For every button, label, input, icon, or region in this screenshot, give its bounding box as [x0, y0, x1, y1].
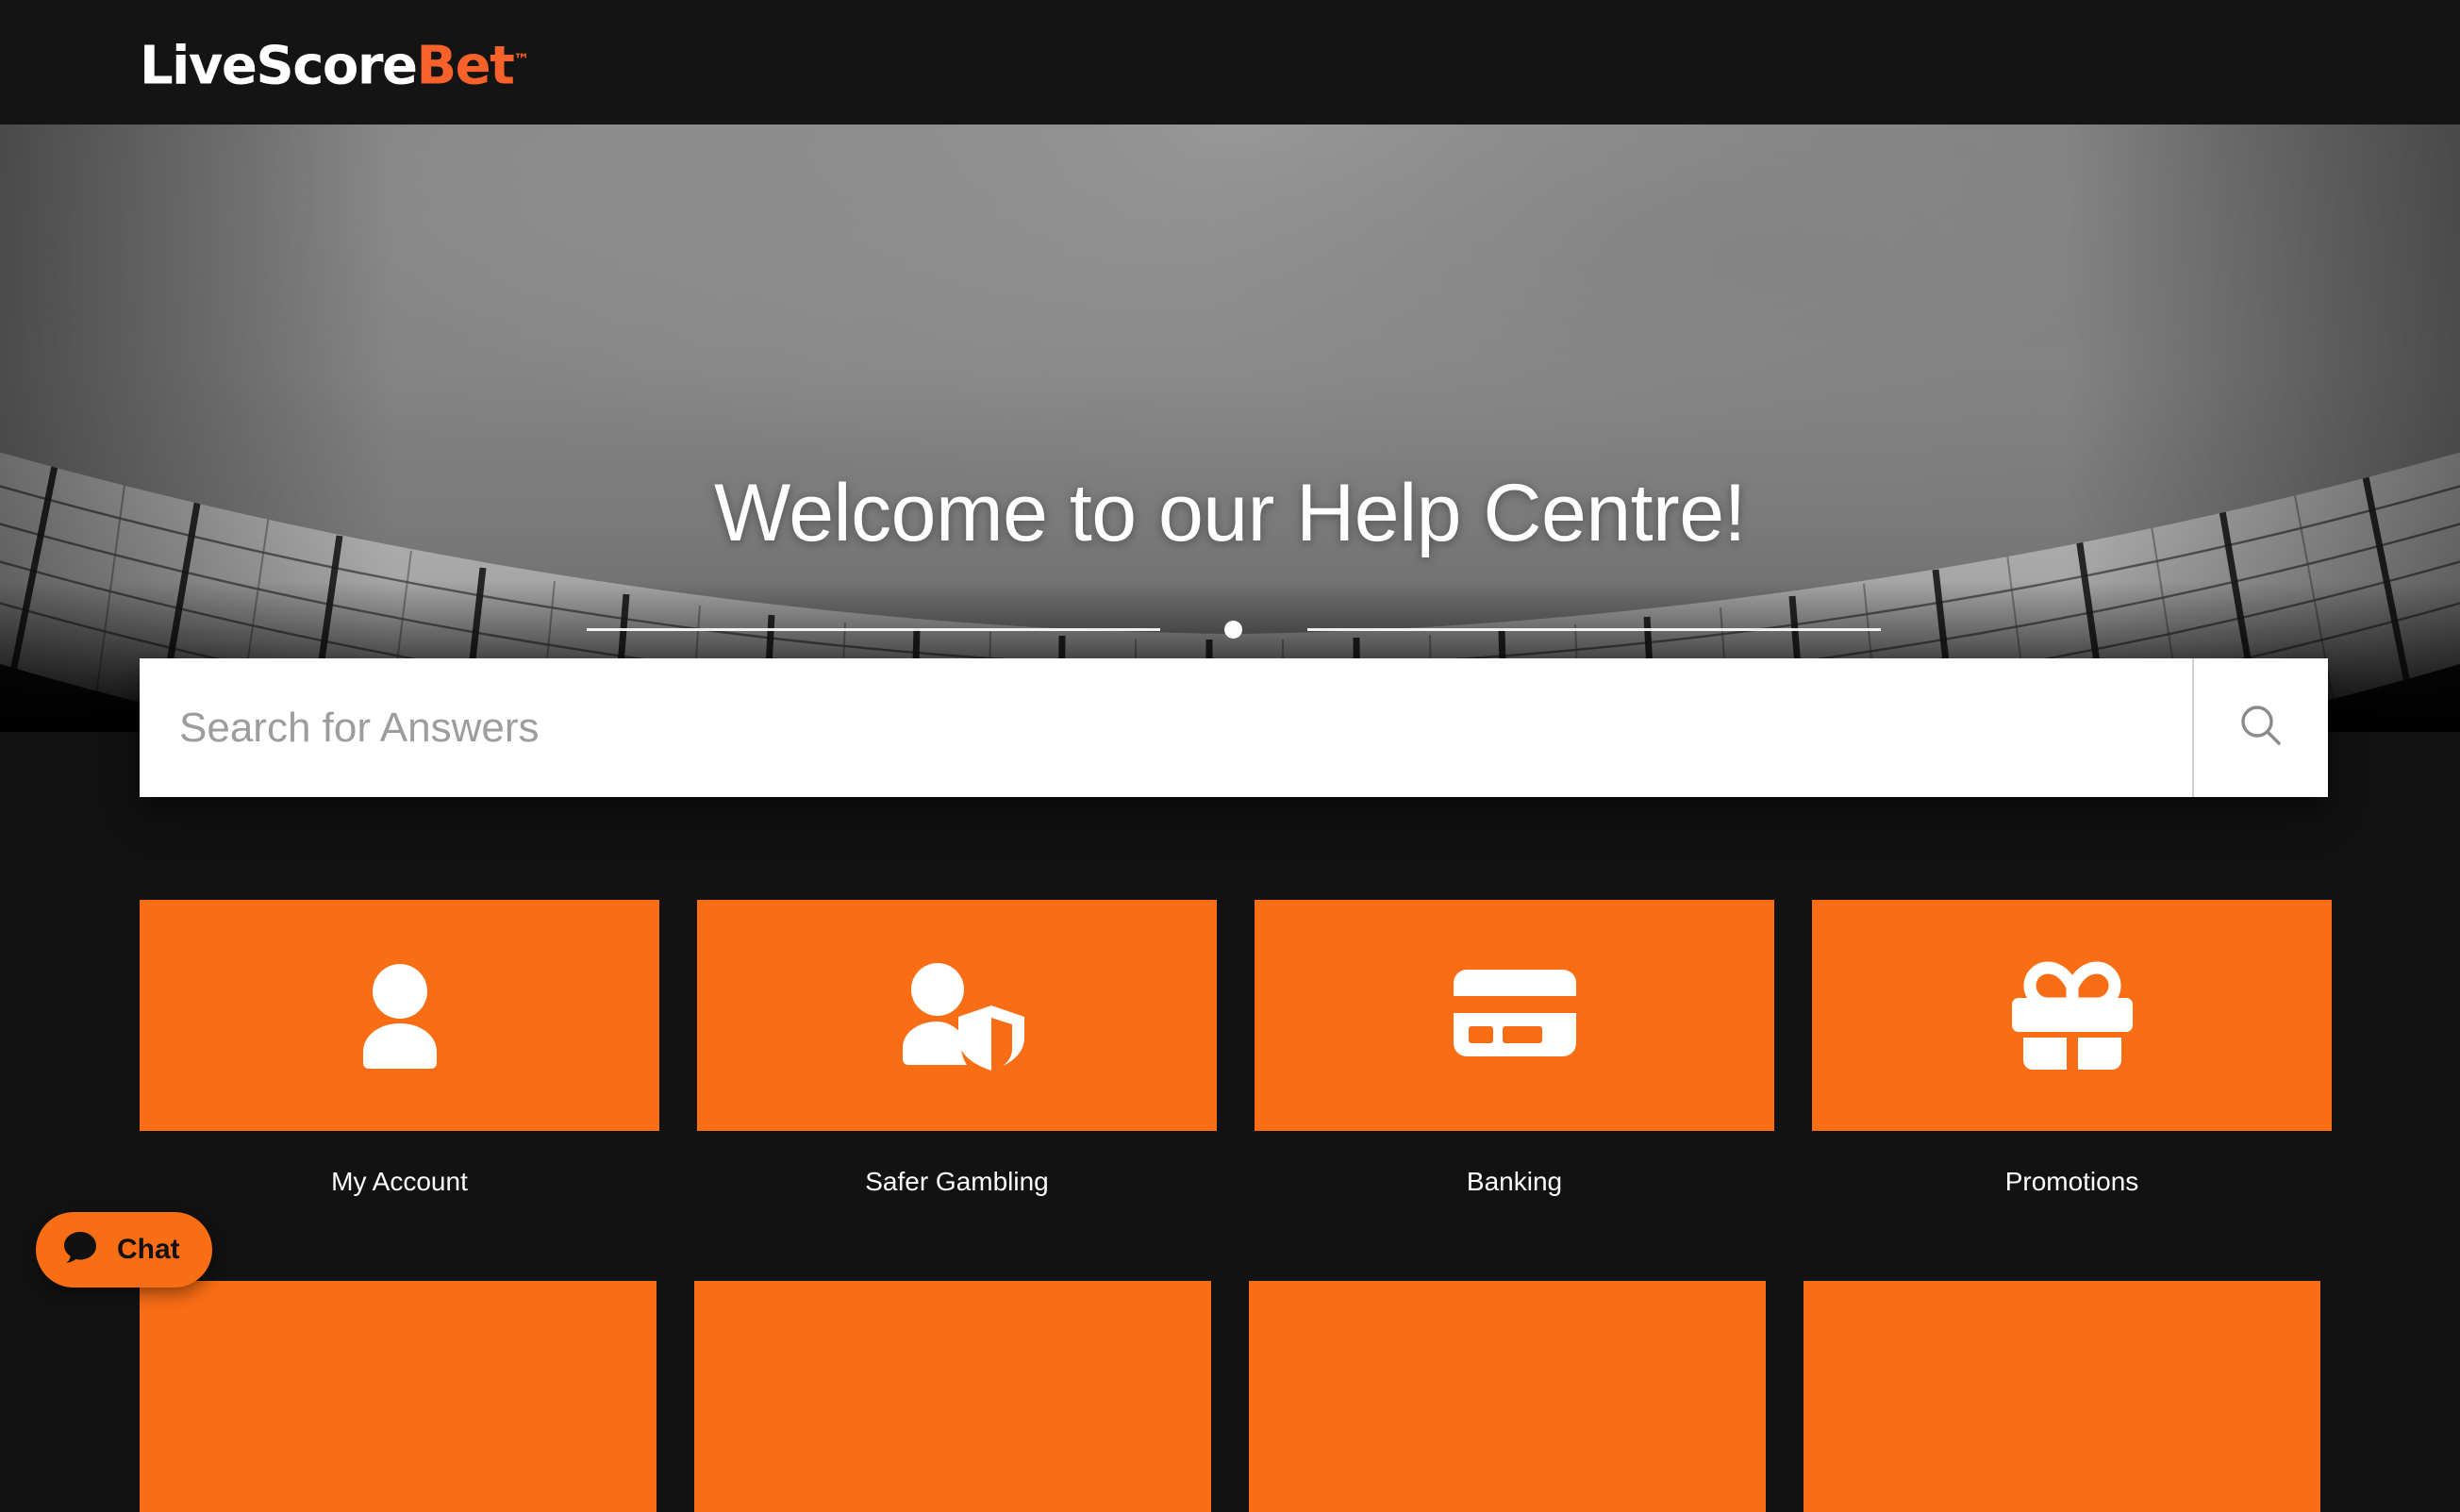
search-input[interactable] [140, 658, 2192, 797]
tile-icon-box [140, 900, 659, 1131]
category-tile-label: Promotions [2004, 1167, 2139, 1196]
logo-white-text: LiveScore [140, 35, 418, 97]
tile-icon-box [697, 900, 1217, 1131]
category-tile-safer-gambling[interactable]: Safer Gambling [697, 900, 1217, 1197]
hero-divider [0, 619, 2460, 640]
category-tile-row2-2[interactable] [694, 1281, 1211, 1512]
category-tiles: My Account Safer Gambling Banking Promot… [140, 900, 2332, 1197]
category-tile-label: My Account [331, 1167, 468, 1196]
user-icon [341, 954, 459, 1077]
logo[interactable]: LiveScoreBet™ [140, 32, 529, 95]
tile-icon-box [1255, 900, 1774, 1131]
tile-icon-box [1812, 900, 2332, 1131]
site-header: LiveScoreBet™ [0, 0, 2460, 125]
chat-bubble-icon [60, 1228, 100, 1272]
page-title: Welcome to our Help Centre! [714, 468, 1746, 558]
category-tiles-row-2 [140, 1281, 2320, 1512]
search-bar [140, 658, 2328, 797]
gift-icon [2004, 955, 2140, 1076]
search-button[interactable] [2192, 658, 2328, 797]
logo-trademark: ™ [513, 51, 530, 70]
category-tile-my-account[interactable]: My Account [140, 900, 659, 1197]
chat-widget-button[interactable]: Chat [36, 1212, 212, 1288]
logo-orange-text: Bet [416, 35, 514, 97]
category-tile-row2-1[interactable] [140, 1281, 657, 1512]
divider-dot [1224, 621, 1242, 639]
search-icon [2235, 700, 2287, 756]
category-tile-row2-3[interactable] [1249, 1281, 1766, 1512]
user-shield-icon [887, 954, 1028, 1077]
divider-line-left [587, 628, 1160, 631]
divider-line-right [1307, 628, 1881, 631]
category-tile-label: Banking [1466, 1167, 1563, 1196]
category-tile-row2-4[interactable] [1803, 1281, 2320, 1512]
chat-widget-label: Chat [117, 1234, 180, 1265]
credit-card-icon [1440, 960, 1589, 1071]
category-tile-label: Safer Gambling [865, 1167, 1049, 1196]
category-tile-banking[interactable]: Banking [1255, 900, 1774, 1197]
hero-banner: Welcome to our Help Centre! [0, 125, 2460, 732]
category-tile-promotions[interactable]: Promotions [1812, 900, 2332, 1197]
